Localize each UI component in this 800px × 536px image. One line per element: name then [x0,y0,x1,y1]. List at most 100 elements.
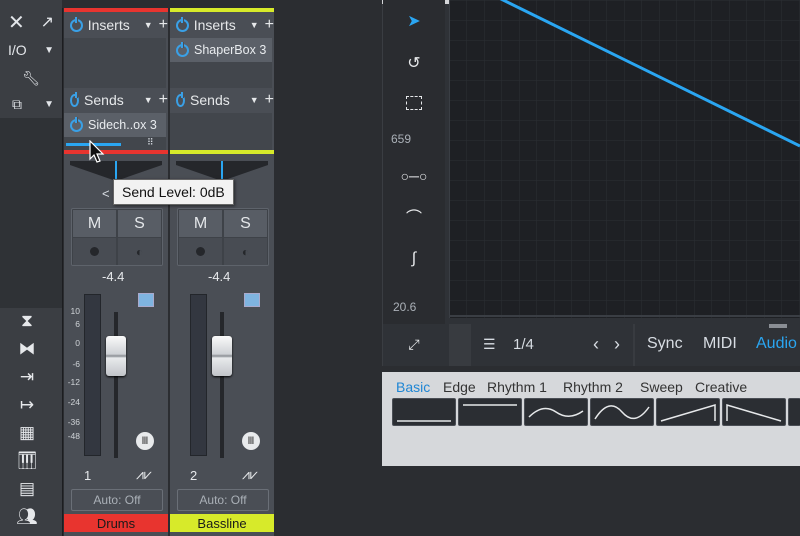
channel-strip-2: Inserts ▼ + ShaperBox 3 Sends ▼ + M S ◐ … [170,8,274,536]
chevron-down-icon[interactable]: ▼ [144,20,153,30]
tooltip: Send Level: 0dB [113,179,234,205]
arrow-icon[interactable]: ↗ [41,12,54,32]
chevron-down-icon[interactable]: ▼ [250,95,259,105]
pointer-icon[interactable]: ➤ [397,6,431,36]
chevron-down-icon[interactable]: ▼ [250,20,259,30]
channel-color-bar [64,8,168,12]
keyboard-icon[interactable]: 🎹︎ [16,450,38,472]
volume-fader[interactable] [212,336,232,376]
shape-preset-flat-high[interactable] [458,398,522,426]
automation-button[interactable]: Auto: Off [71,489,163,511]
waveform-icon[interactable]: ⩘⩗ [242,466,258,483]
collapse-icon[interactable]: ⧗ [16,310,38,332]
layers-icon[interactable]: ▤ [16,478,38,500]
channel-number: 2 [190,468,198,483]
insert-slot[interactable] [64,38,166,88]
mute-button[interactable]: M [179,210,222,237]
midi-tab[interactable]: MIDI [703,335,737,353]
send-slot[interactable]: Sidech..ox 3 [64,113,166,137]
scale-m12: -12 [67,377,80,387]
curve-icon[interactable]: ⌒ [397,201,431,231]
channel-name[interactable]: Bassline [170,514,274,532]
tab-creative[interactable]: Creative [695,379,747,395]
grid-menu-icon[interactable]: ☰ [483,336,496,353]
send-options-icon[interactable]: ⠿ [147,137,154,148]
mute-button[interactable]: M [73,210,116,237]
nav-next-button[interactable]: › [614,334,620,355]
pan-indicator [115,161,117,179]
send-slot[interactable] [170,113,272,151]
meter-mode-icon[interactable]: Ⅲ [242,432,260,450]
power-icon[interactable] [176,91,186,107]
plug-row[interactable]: ⧉ ▼ [0,90,62,118]
add-icon[interactable]: + [159,16,168,34]
waveform-icon[interactable]: ⩘⩗ [136,466,152,483]
shape-preset-ramp-down[interactable] [722,398,786,426]
background-panel [276,0,382,536]
insert-slot-empty[interactable] [170,62,272,88]
tab-rhythm-2[interactable]: Rhythm 2 [563,379,623,395]
tab-basic[interactable]: Basic [396,379,430,395]
insert-slot[interactable]: ShaperBox 3 [170,38,272,62]
inserts-header[interactable]: Inserts ▼ + [64,14,168,36]
channel-color-bar [170,8,274,12]
select-box-icon[interactable] [397,88,431,118]
chevron-down-icon[interactable]: ▼ [144,95,153,105]
volume-fader[interactable] [106,336,126,376]
chevron-down-icon: ▼ [44,44,54,56]
scale-m6: -6 [72,359,80,369]
sends-header[interactable]: Sends ▼ + [170,89,274,111]
shape-preset-next[interactable] [788,398,800,426]
power-icon[interactable] [70,91,80,107]
people-icon[interactable]: 👥︎ [16,506,38,528]
audio-tab[interactable]: Audio [756,335,797,353]
sends-header[interactable]: Sends ▼ + [64,89,168,111]
s-curve-icon[interactable]: ∫ [397,244,431,274]
export-icon[interactable]: ↦ [16,394,38,416]
io-row[interactable]: I/O ▼ [0,36,62,64]
mixer-icon[interactable]: ▦ [16,422,38,444]
power-icon[interactable] [176,41,189,57]
automation-button[interactable]: Auto: Off [177,489,269,511]
line-icon[interactable]: ○─○ [397,161,431,191]
record-button[interactable] [179,238,222,265]
monitor-button[interactable]: ◐ [224,238,267,265]
close-icon[interactable]: ✕ [8,10,25,35]
meter-mode-icon[interactable]: Ⅲ [136,432,154,450]
import-icon[interactable]: ⇥ [16,366,38,388]
tab-edge[interactable]: Edge [443,379,476,395]
add-icon[interactable]: + [159,91,168,109]
solo-button[interactable]: S [224,210,267,237]
tab-sweep[interactable]: Sweep [640,379,683,395]
record-button[interactable] [73,238,116,265]
power-icon[interactable] [70,16,83,32]
lasso-icon[interactable]: ↺ [397,48,431,78]
expand-icon[interactable]: ⤢ [397,328,431,360]
wrench-row[interactable]: 🔧︎ [0,64,62,92]
tab-rhythm-1[interactable]: Rhythm 1 [487,379,547,395]
shape-preset-sine-soft[interactable] [524,398,588,426]
add-icon[interactable]: + [265,91,274,109]
channel-number: 1 [84,468,92,483]
fader-track [114,312,118,458]
shape-preset-flat-low[interactable] [392,398,456,426]
control-divider [449,324,471,366]
shape-preset-sine[interactable] [590,398,654,426]
send-level-area[interactable]: ⠿ [64,137,166,151]
channel-name[interactable]: Drums [64,514,168,532]
grid-value[interactable]: 1/4 [513,336,534,353]
power-icon[interactable] [176,16,189,32]
inserts-header[interactable]: Inserts ▼ + [170,14,274,36]
expand-icon[interactable]: ⧓ [16,338,38,360]
shape-preset-ramp-up[interactable] [656,398,720,426]
solo-button[interactable]: S [118,210,161,237]
power-icon[interactable] [70,116,83,132]
monitor-button[interactable]: ◐ [118,238,161,265]
level-meter [84,294,101,456]
pan-indicator [221,161,223,179]
pan-label: < [102,186,110,201]
sync-tab[interactable]: Sync [647,335,683,353]
shape-grid[interactable] [448,0,800,318]
nav-prev-button[interactable]: ‹ [593,334,599,355]
add-icon[interactable]: + [265,16,274,34]
